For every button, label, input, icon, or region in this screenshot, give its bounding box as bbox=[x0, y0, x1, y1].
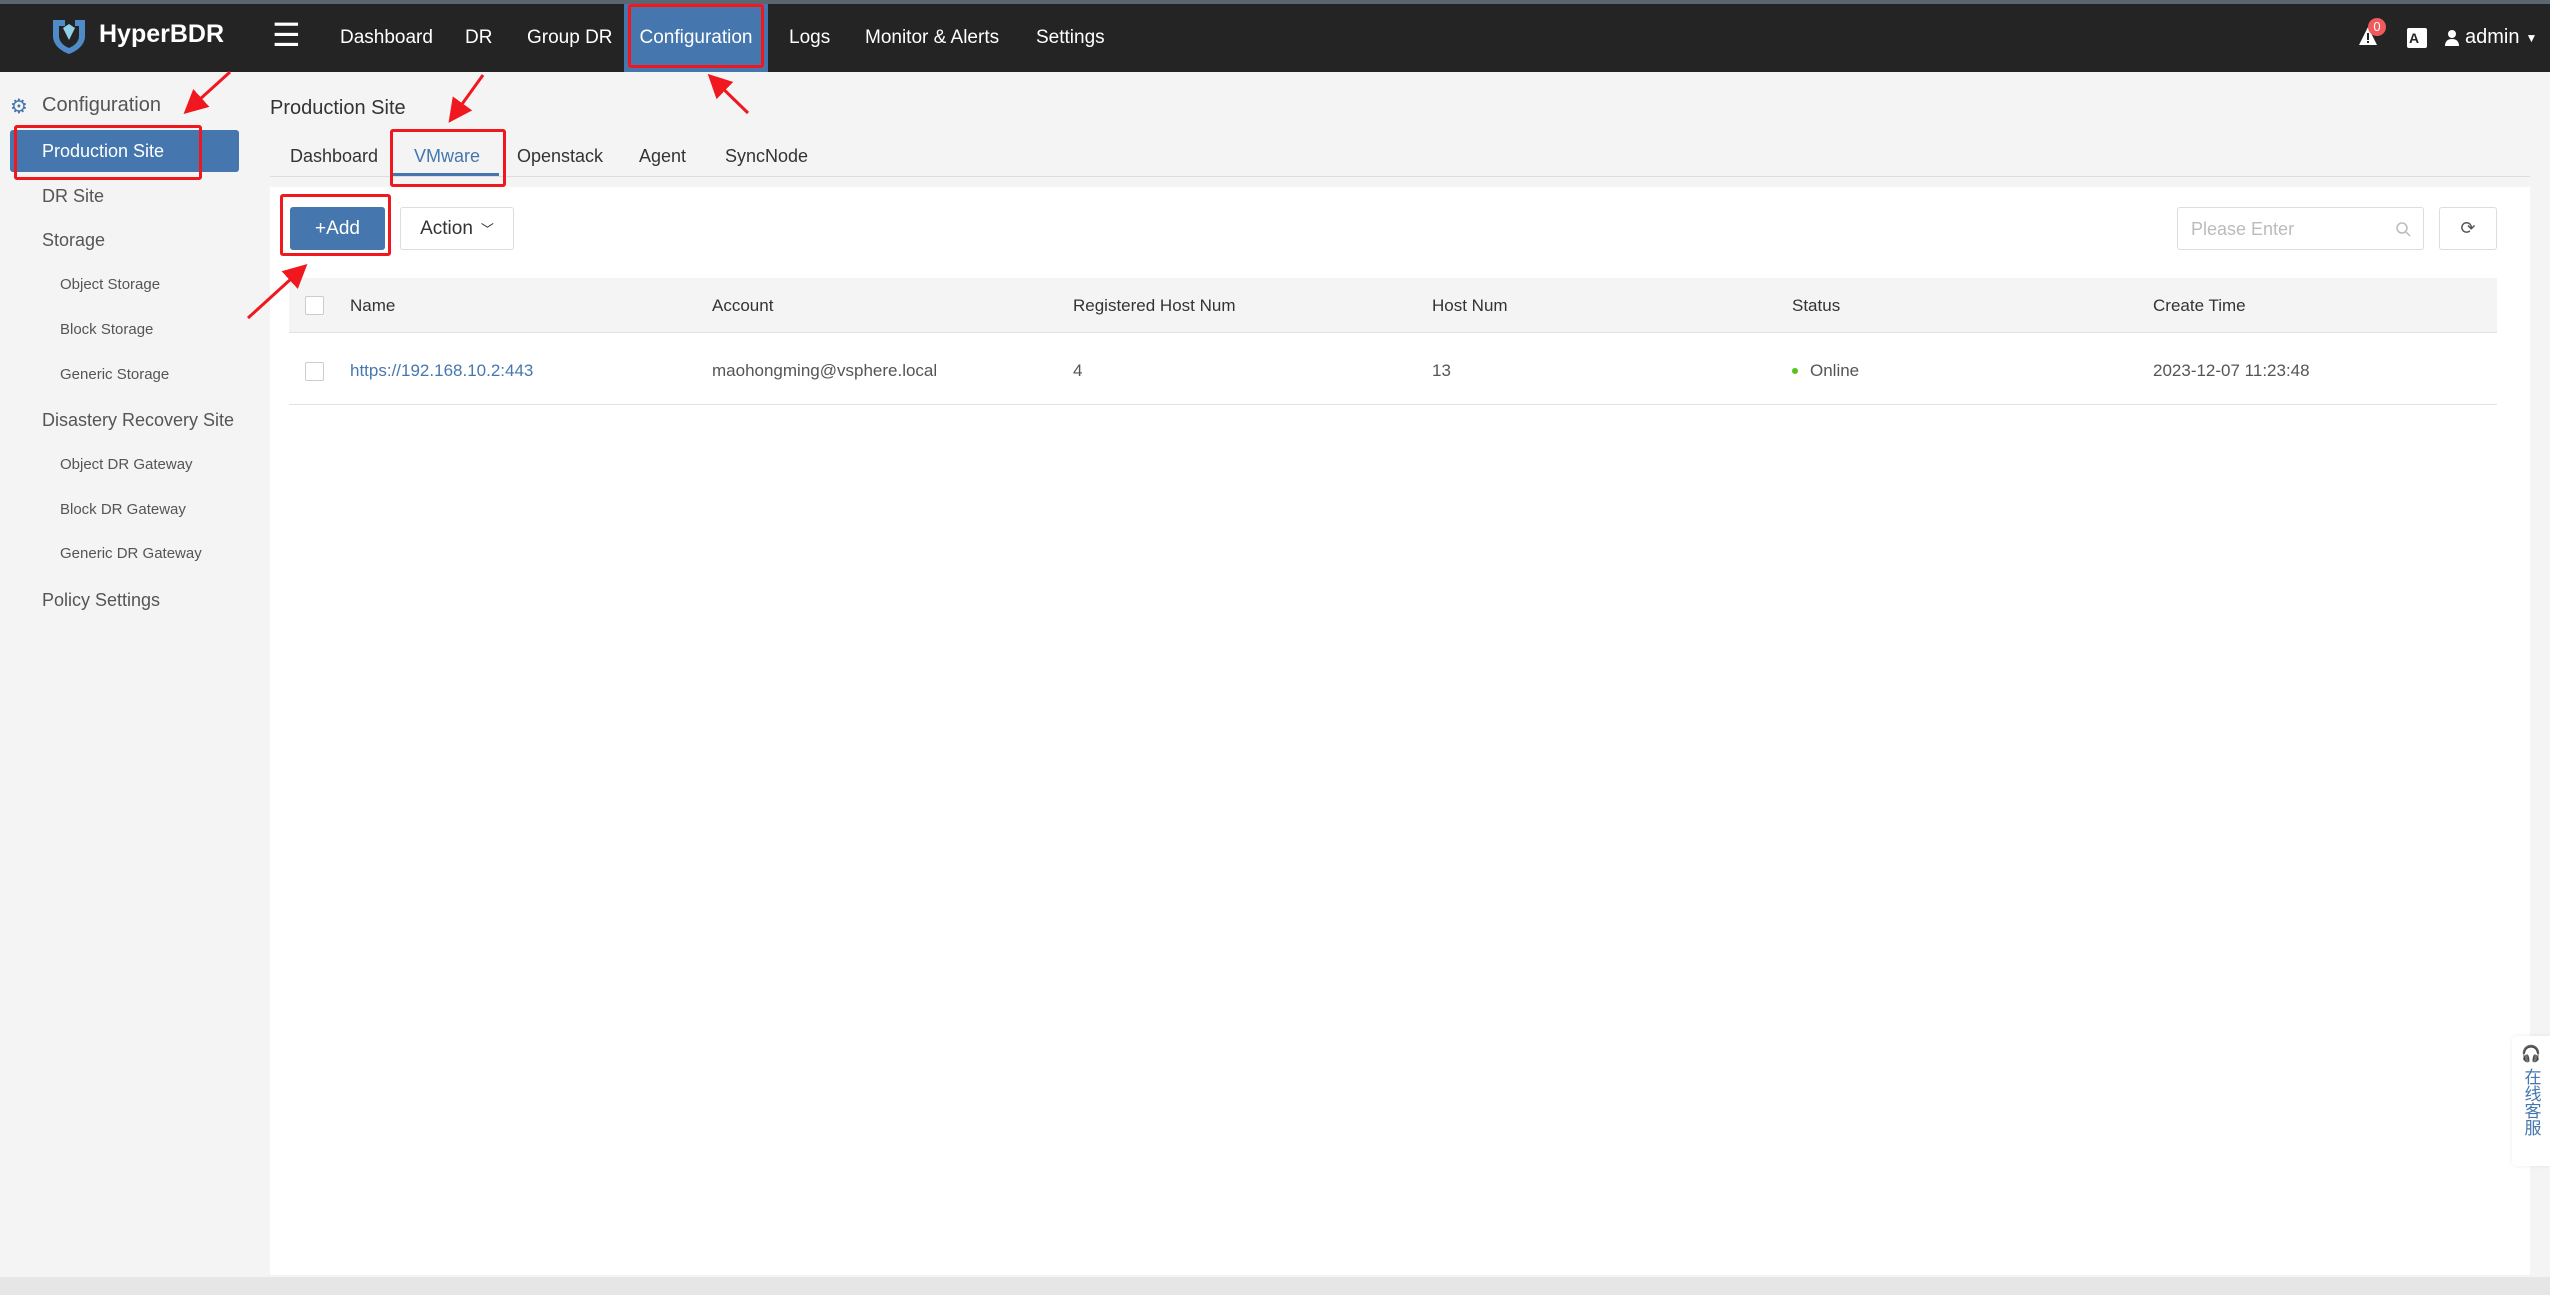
sidebar-item-generic-storage[interactable]: Generic Storage bbox=[60, 366, 169, 383]
row-checkbox[interactable] bbox=[305, 362, 324, 381]
sidebar-item-object-dr-gateway[interactable]: Object DR Gateway bbox=[60, 456, 193, 473]
tab-openstack[interactable]: Openstack bbox=[517, 146, 603, 167]
gear-icon: ⚙ bbox=[10, 96, 28, 118]
column-status[interactable]: Status bbox=[1792, 296, 1840, 316]
arrow-to-configuration bbox=[707, 73, 750, 115]
tab-dashboard[interactable]: Dashboard bbox=[290, 146, 378, 167]
column-account[interactable]: Account bbox=[712, 296, 773, 316]
nav-group-dr[interactable]: Group DR bbox=[509, 4, 631, 72]
select-all-checkbox[interactable] bbox=[305, 296, 324, 315]
nav-settings[interactable]: Settings bbox=[1018, 4, 1123, 72]
sidebar-item-object-storage[interactable]: Object Storage bbox=[60, 276, 160, 293]
annotation-box-vmware bbox=[390, 129, 506, 187]
sidebar-item-generic-dr-gateway[interactable]: Generic DR Gateway bbox=[60, 545, 202, 562]
language-icon[interactable]: A文 bbox=[2407, 28, 2427, 62]
tabs-divider bbox=[270, 176, 2530, 177]
row-registered-host-num: 4 bbox=[1073, 361, 1083, 380]
sidebar-item-disaster-recovery-site[interactable]: Disastery Recovery Site bbox=[42, 410, 234, 431]
search-input[interactable]: Please Enter bbox=[2177, 207, 2424, 250]
brand-logo[interactable]: HyperBDR bbox=[49, 14, 224, 54]
user-menu[interactable]: admin ▼ bbox=[2445, 26, 2537, 49]
online-support-widget[interactable]: 🎧 在线客服 bbox=[2512, 1036, 2550, 1166]
row-host-num: 13 bbox=[1432, 361, 1451, 380]
nav-monitor-alerts[interactable]: Monitor & Alerts bbox=[847, 4, 1017, 72]
nav-dashboard[interactable]: Dashboard bbox=[322, 4, 451, 72]
row-name-link[interactable]: https://192.168.10.2:443 bbox=[350, 361, 533, 381]
chevron-down-icon: ﹀ bbox=[480, 222, 494, 237]
sidebar-item-policy-settings[interactable]: Policy Settings bbox=[42, 590, 160, 611]
alert-bell[interactable]: 0 bbox=[2358, 18, 2386, 51]
bottom-bar bbox=[0, 1277, 2550, 1295]
nav-dr[interactable]: DR bbox=[447, 4, 510, 72]
page-title: Production Site bbox=[270, 97, 406, 119]
tab-agent[interactable]: Agent bbox=[639, 146, 686, 167]
row-account: maohongming@vsphere.local bbox=[712, 361, 938, 380]
refresh-icon: ⟳ bbox=[2460, 218, 2476, 238]
sidebar-item-block-dr-gateway[interactable]: Block DR Gateway bbox=[60, 501, 186, 518]
sidebar bbox=[0, 72, 260, 1276]
annotation-box-add bbox=[280, 194, 391, 256]
row-create-time: 2023-12-07 11:23:48 bbox=[2153, 361, 2310, 380]
user-icon bbox=[2445, 29, 2459, 46]
status-badge: Online bbox=[1810, 361, 1860, 380]
sidebar-title: Configuration bbox=[42, 94, 161, 116]
arrow-to-vmware bbox=[448, 74, 485, 123]
nav-logs[interactable]: Logs bbox=[771, 4, 848, 72]
annotation-box-production-site bbox=[14, 125, 202, 180]
search-icon bbox=[2396, 222, 2411, 237]
status-dot-icon bbox=[1792, 368, 1798, 374]
action-dropdown[interactable]: Action ﹀ bbox=[400, 207, 514, 250]
annotation-box-configuration bbox=[628, 4, 764, 68]
shield-logo-icon bbox=[53, 20, 85, 54]
alert-count-badge: 0 bbox=[2368, 18, 2386, 36]
tab-syncnode[interactable]: SyncNode bbox=[725, 146, 808, 167]
refresh-button[interactable]: ⟳ bbox=[2439, 207, 2497, 250]
sidebar-item-dr-site[interactable]: DR Site bbox=[42, 186, 104, 207]
brand-name: HyperBDR bbox=[99, 19, 225, 48]
sidebar-item-storage[interactable]: Storage bbox=[42, 230, 105, 251]
sidebar-item-block-storage[interactable]: Block Storage bbox=[60, 321, 153, 338]
column-create-time[interactable]: Create Time bbox=[2153, 296, 2246, 316]
support-label: 在线客服 bbox=[2521, 1068, 2541, 1136]
column-name[interactable]: Name bbox=[350, 296, 395, 316]
action-label: Action bbox=[420, 217, 473, 239]
headset-icon: 🎧 bbox=[2521, 1046, 2541, 1063]
hamburger-icon[interactable]: ☰ bbox=[272, 16, 301, 54]
username: admin bbox=[2465, 26, 2520, 48]
caret-down-icon: ▼ bbox=[2525, 30, 2538, 45]
search-placeholder: Please Enter bbox=[2191, 219, 2295, 239]
column-host-num[interactable]: Host Num bbox=[1432, 296, 1508, 316]
column-registered-host-num[interactable]: Registered Host Num bbox=[1073, 296, 1236, 316]
